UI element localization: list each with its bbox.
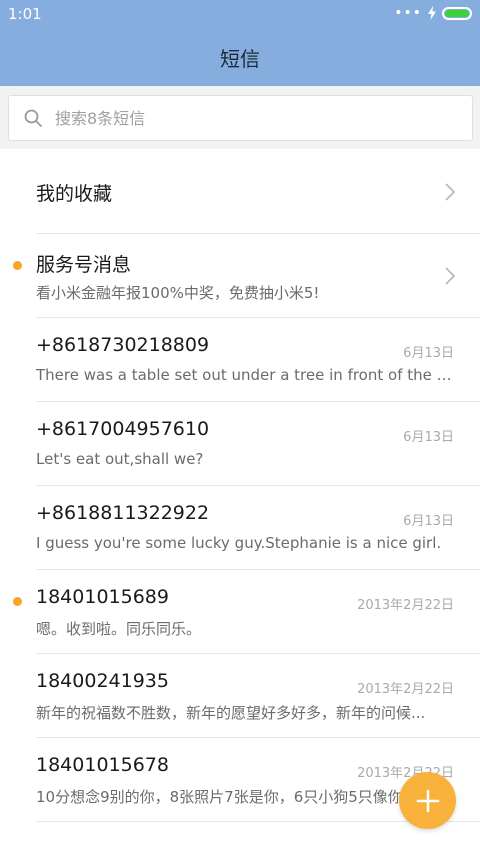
list-item[interactable]: +8618811322922 6月13日 I guess you're some… xyxy=(36,486,480,570)
plus-icon xyxy=(416,789,439,812)
app-header: 短信 xyxy=(0,28,480,86)
page-title: 短信 xyxy=(220,46,260,71)
list-item[interactable]: 服务号消息 看小米金融年报100%中奖，免费抽小米5! xyxy=(13,234,480,318)
list-item[interactable]: +8617004957610 6月13日 Let's eat out,shall… xyxy=(36,402,480,486)
status-bar: 1:01 ••• xyxy=(0,0,480,28)
conversation-list: 我的收藏 服务号消息 看小米金融年报100%中奖，免费抽小米5! +861873… xyxy=(0,150,480,822)
search-input[interactable] xyxy=(55,108,435,128)
conversation-date: 6月13日 xyxy=(403,430,454,445)
conversation-title: +8617004957610 xyxy=(36,418,210,440)
status-icons: ••• xyxy=(394,6,472,20)
chevron-right-icon xyxy=(445,183,456,201)
more-dots-icon: ••• xyxy=(394,5,422,21)
conversation-preview: 10分想念9别的你，8张照片7张是你，6只小狗5只像你... xyxy=(36,788,418,806)
chevron-right-icon xyxy=(445,267,456,285)
conversation-preview: 看小米金融年报100%中奖，免费抽小米5! xyxy=(36,284,320,302)
unread-dot xyxy=(13,597,22,606)
conversation-preview: There was a table set out under a tree i… xyxy=(36,366,454,384)
list-item[interactable]: 18400241935 2013年2月22日 新年的祝福数不胜数，新年的愿望好多… xyxy=(36,654,480,738)
conversation-title: +8618730218809 xyxy=(36,334,210,356)
conversation-date: 2013年2月22日 xyxy=(357,598,454,613)
conversation-date: 2013年2月22日 xyxy=(357,682,454,697)
conversation-date: 6月13日 xyxy=(403,346,454,361)
conversation-title: 18400241935 xyxy=(36,670,169,692)
favorites-label: 我的收藏 xyxy=(36,183,113,205)
conversation-preview: 嗯。收到啦。同乐同乐。 xyxy=(36,620,202,638)
conversation-preview: 新年的祝福数不胜数，新年的愿望好多好多，新年的问候... xyxy=(36,704,426,722)
conversation-date: 6月13日 xyxy=(403,514,454,529)
battery-icon xyxy=(442,6,472,20)
search-bar-area xyxy=(0,86,480,149)
conversation-title: 服务号消息 xyxy=(36,254,132,276)
conversation-preview: Let's eat out,shall we? xyxy=(36,450,204,468)
bolt-icon xyxy=(428,6,436,20)
conversation-title: +8618811322922 xyxy=(36,502,210,524)
conversation-preview: I guess you're some lucky guy.Stephanie … xyxy=(36,534,442,552)
search-box[interactable] xyxy=(8,95,473,141)
favorites-row[interactable]: 我的收藏 xyxy=(36,150,480,234)
battery-level xyxy=(445,9,469,17)
conversation-title: 18401015689 xyxy=(36,586,169,608)
unread-dot xyxy=(13,261,22,270)
search-icon xyxy=(24,109,42,127)
status-time: 1:01 xyxy=(8,5,42,23)
compose-button[interactable] xyxy=(399,772,456,829)
list-item[interactable]: 18401015689 2013年2月22日 嗯。收到啦。同乐同乐。 xyxy=(13,570,480,654)
conversation-title: 18401015678 xyxy=(36,754,169,776)
list-item[interactable]: +8618730218809 6月13日 There was a table s… xyxy=(36,318,480,402)
